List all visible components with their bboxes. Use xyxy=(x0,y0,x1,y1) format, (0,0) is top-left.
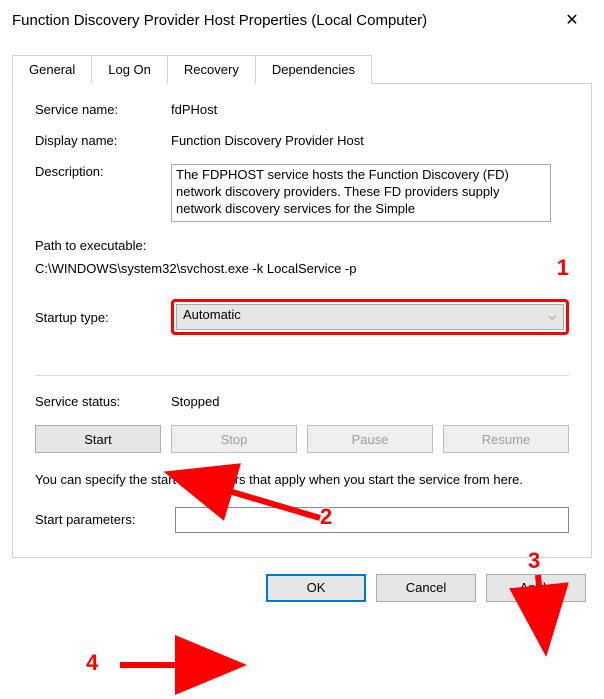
description-textbox[interactable]: The FDPHOST service hosts the Function D… xyxy=(171,164,551,222)
service-status-value: Stopped xyxy=(171,394,219,409)
description-text: The FDPHOST service hosts the Function D… xyxy=(176,167,509,216)
startup-type-select[interactable]: Automatic xyxy=(176,304,564,330)
start-button[interactable]: Start xyxy=(35,425,161,453)
tab-dependencies[interactable]: Dependencies xyxy=(256,55,372,84)
path-label: Path to executable: xyxy=(35,238,569,253)
cancel-button[interactable]: Cancel xyxy=(376,574,476,602)
start-parameters-label: Start parameters: xyxy=(35,512,135,527)
annotation-4: 4 xyxy=(86,650,98,676)
display-name-label: Display name: xyxy=(35,133,171,148)
tab-recovery[interactable]: Recovery xyxy=(168,55,256,84)
pause-button: Pause xyxy=(307,425,433,453)
close-icon[interactable]: ✕ xyxy=(552,10,592,30)
apply-button[interactable]: Apply xyxy=(486,574,586,602)
help-text: You can specify the start parameters tha… xyxy=(35,471,569,489)
tab-logon[interactable]: Log On xyxy=(92,55,168,84)
tab-panel-general: Service name: fdPHost Display name: Func… xyxy=(12,84,592,558)
description-label: Description: xyxy=(35,164,171,179)
stop-button: Stop xyxy=(171,425,297,453)
tab-general[interactable]: General xyxy=(12,55,92,84)
service-status-label: Service status: xyxy=(35,394,171,409)
start-parameters-input[interactable] xyxy=(175,507,569,533)
resume-button: Resume xyxy=(443,425,569,453)
divider xyxy=(35,375,569,376)
dialog-buttons: OK Cancel Apply xyxy=(0,558,604,618)
service-name-label: Service name: xyxy=(35,102,171,117)
display-name-value: Function Discovery Provider Host xyxy=(171,133,569,148)
window-title: Function Discovery Provider Host Propert… xyxy=(12,12,552,29)
startup-type-label: Startup type: xyxy=(35,310,171,325)
ok-button[interactable]: OK xyxy=(266,574,366,602)
service-name-value: fdPHost xyxy=(171,102,569,117)
path-value: C:\WINDOWS\system32\svchost.exe -k Local… xyxy=(35,261,557,276)
titlebar: Function Discovery Provider Host Propert… xyxy=(0,0,604,40)
tabstrip: General Log On Recovery Dependencies xyxy=(12,54,592,84)
annotation-1: 1 xyxy=(557,255,569,281)
